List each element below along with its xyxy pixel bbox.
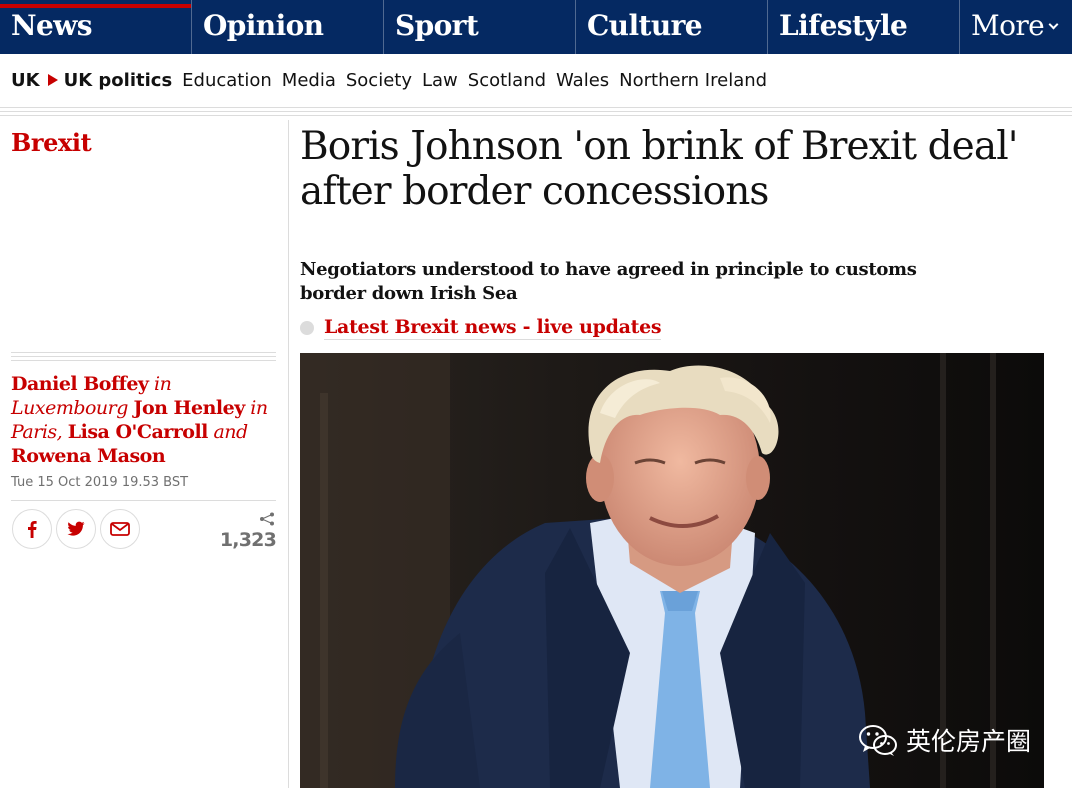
subnav: UK UK politics Education Media Society L…	[0, 54, 1072, 106]
byline-location: Luxembourg	[11, 397, 128, 419]
subnav-scotland[interactable]: Scotland	[468, 70, 546, 91]
subnav-uk[interactable]: UK	[11, 70, 40, 91]
email-share-button[interactable]	[100, 509, 140, 549]
share-divider	[11, 500, 276, 501]
twitter-icon	[67, 521, 85, 536]
more-label: More	[971, 9, 1045, 42]
wechat-icon	[859, 725, 897, 756]
subnav-education[interactable]: Education	[182, 70, 272, 91]
bullet-dot-icon	[300, 321, 314, 335]
header-divider	[0, 107, 1072, 116]
page-title: Boris Johnson 'on brink of Brexit deal' …	[300, 124, 1018, 214]
pillar-lifestyle[interactable]: Lifestyle	[768, 0, 960, 54]
byline-text: in	[244, 397, 268, 419]
pillar-news[interactable]: News	[0, 0, 192, 54]
arrow-right-icon	[47, 74, 58, 86]
watermark-text: 英伦房产圈	[906, 727, 1032, 756]
live-updates-link[interactable]: Latest Brexit news - live updates	[300, 316, 662, 340]
live-updates-label: Latest Brexit news - live updates	[324, 316, 662, 340]
email-icon	[110, 522, 130, 536]
meta-divider	[11, 352, 276, 365]
pillar-culture[interactable]: Culture	[576, 0, 768, 54]
subnav-media[interactable]: Media	[282, 70, 336, 91]
pillar-opinion[interactable]: Opinion	[192, 0, 384, 54]
author-link[interactable]: Jon Henley	[133, 397, 245, 419]
chevron-down-icon	[1048, 19, 1059, 30]
subnav-society[interactable]: Society	[346, 70, 412, 91]
subnav-law[interactable]: Law	[422, 70, 458, 91]
facebook-icon	[28, 521, 37, 538]
share-count: 1,323	[219, 529, 277, 551]
author-link[interactable]: Rowena Mason	[11, 445, 166, 467]
byline-text: and	[207, 421, 248, 443]
author-link[interactable]: Daniel Boffey	[11, 373, 149, 395]
watermark: 英伦房产圈	[858, 722, 1031, 758]
byline-text: in	[148, 373, 172, 395]
standfirst: Negotiators understood to have agreed in…	[300, 259, 917, 304]
column-divider	[288, 120, 289, 788]
facebook-share-button[interactable]	[12, 509, 52, 549]
dateline: Tue 15 Oct 2019 19.53 BST	[11, 475, 189, 490]
subnav-wales[interactable]: Wales	[556, 70, 609, 91]
section-label[interactable]: Brexit	[11, 128, 92, 157]
byline: Daniel Boffey in Luxembourg Jon Henley i…	[11, 372, 276, 468]
twitter-share-button[interactable]	[56, 509, 96, 549]
pillar-nav: News Opinion Sport Culture Lifestyle Mor…	[0, 0, 1072, 54]
author-link[interactable]: Lisa O'Carroll	[68, 421, 209, 443]
byline-location: Paris,	[11, 421, 63, 443]
subnav-uk-politics[interactable]: UK politics	[64, 70, 173, 91]
share-icon	[259, 511, 275, 530]
subnav-northern-ireland[interactable]: Northern Ireland	[619, 70, 767, 91]
pillar-sport[interactable]: Sport	[384, 0, 576, 54]
more-menu-button[interactable]: More	[960, 0, 1072, 54]
